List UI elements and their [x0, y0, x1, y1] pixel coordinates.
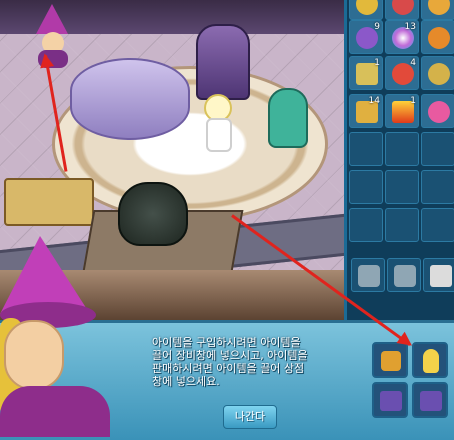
inventory-slot[interactable]: 1 — [349, 56, 383, 90]
inventory-slot[interactable] — [421, 94, 454, 128]
inventory-slot[interactable] — [385, 0, 419, 20]
red-box-icon — [392, 0, 414, 15]
inventory-slot[interactable]: 4 — [385, 56, 419, 90]
shop-item-slot[interactable] — [372, 382, 408, 418]
flower-icon — [428, 101, 450, 123]
lantern-button[interactable] — [351, 258, 385, 292]
inventory-slot[interactable]: 9 — [349, 20, 383, 54]
mask-icon — [428, 63, 450, 85]
inventory-panel: 9 13 1 4 14 1 — [344, 0, 454, 320]
magic-book-icon — [380, 391, 402, 411]
cauldron — [118, 182, 188, 246]
inventory-slot[interactable]: 13 — [385, 20, 419, 54]
potion-flask-icon — [423, 349, 439, 373]
lantern-icon — [394, 265, 416, 287]
orange-orb-icon — [428, 27, 450, 49]
inventory-slot[interactable] — [349, 170, 383, 204]
pet-creature — [268, 88, 308, 148]
inventory-slot[interactable] — [385, 208, 419, 242]
fortune-table — [70, 58, 190, 140]
trash-can-icon — [430, 265, 452, 287]
lantern-button[interactable] — [387, 258, 421, 292]
inventory-slot[interactable] — [421, 132, 454, 166]
player-character[interactable] — [196, 94, 236, 152]
gold-orb-icon — [428, 0, 450, 15]
inventory-slot[interactable] — [349, 0, 383, 20]
trash-button[interactable] — [423, 258, 454, 292]
inventory-slot[interactable] — [349, 208, 383, 242]
shield-emblem-icon — [381, 351, 401, 371]
inventory-slot[interactable] — [421, 56, 454, 90]
potion-shelf — [4, 178, 94, 226]
inventory-slot[interactable] — [421, 0, 454, 20]
inventory-slot[interactable]: 1 — [385, 94, 419, 128]
gold-coin-icon — [356, 0, 378, 15]
inventory-slot[interactable] — [421, 208, 454, 242]
inventory-slot[interactable] — [385, 170, 419, 204]
inventory-slot[interactable]: 14 — [349, 94, 383, 128]
lantern-icon — [358, 265, 380, 287]
inventory-slot[interactable] — [349, 132, 383, 166]
inventory-slot[interactable] — [385, 132, 419, 166]
shop-item-slot[interactable] — [412, 382, 448, 418]
dialog-message: 아이템을 구입하시려면 아이템을 끌어 장비창에 넣으시고, 아이템을 판매하시… — [152, 336, 308, 388]
inventory-slot[interactable] — [421, 170, 454, 204]
exit-button[interactable]: 나간다 — [223, 405, 277, 429]
npc-witch-portrait — [0, 236, 120, 437]
inventory-slot[interactable] — [421, 20, 454, 54]
purple-armchair — [196, 24, 250, 100]
shop-item-slot[interactable] — [412, 342, 448, 378]
magic-book-icon — [420, 391, 442, 411]
